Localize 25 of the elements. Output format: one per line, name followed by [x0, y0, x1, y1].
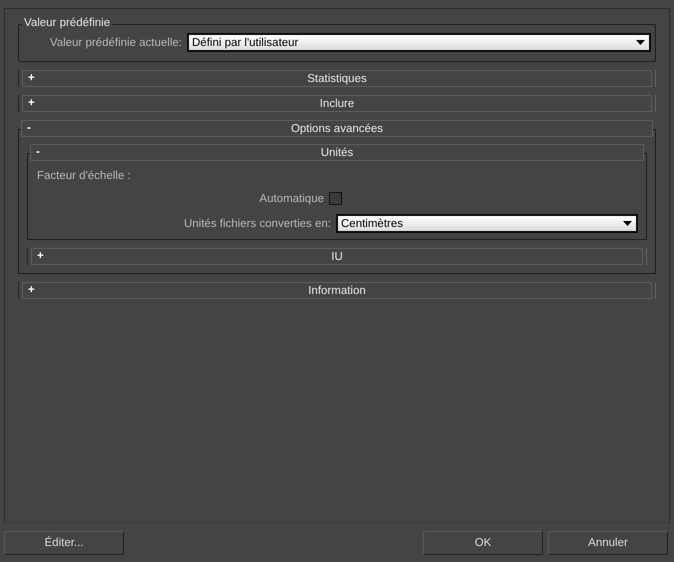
rollout-header[interactable]: + Statistiques	[22, 70, 652, 87]
toggle-sign: +	[37, 249, 44, 264]
rollout-header[interactable]: - Options avancées	[21, 120, 653, 137]
toggle-sign: +	[28, 71, 35, 86]
toggle-sign: -	[36, 145, 40, 160]
dropdown[interactable]: Centimètres	[336, 214, 638, 233]
rollout-header[interactable]: + Information	[22, 282, 652, 299]
button[interactable]: Éditer...	[4, 531, 124, 555]
field-label: Unités fichiers converties en:	[184, 218, 331, 230]
dropdown-arrow-icon	[623, 221, 632, 226]
rollout-header[interactable]: + IU	[31, 248, 643, 265]
rollout-header[interactable]: + Inclure	[22, 95, 652, 112]
button[interactable]: Annuler	[548, 531, 668, 555]
rollout-header[interactable]: - Unités	[30, 144, 644, 161]
button[interactable]: OK	[423, 531, 543, 555]
toggle-sign: +	[28, 96, 35, 111]
toggle-sign: -	[27, 121, 31, 136]
checkbox[interactable]	[329, 192, 342, 205]
toggle-sign: +	[28, 283, 35, 298]
group-title: Valeur prédéfinie	[22, 17, 112, 29]
field-label: Valeur prédéfinie actuelle:	[50, 36, 182, 48]
dropdown-arrow-icon	[636, 40, 645, 45]
field-label: Facteur d'échelle :	[37, 170, 132, 182]
dropdown[interactable]: Défini par l'utilisateur	[187, 33, 651, 52]
checkbox-label: Automatique	[259, 192, 324, 204]
